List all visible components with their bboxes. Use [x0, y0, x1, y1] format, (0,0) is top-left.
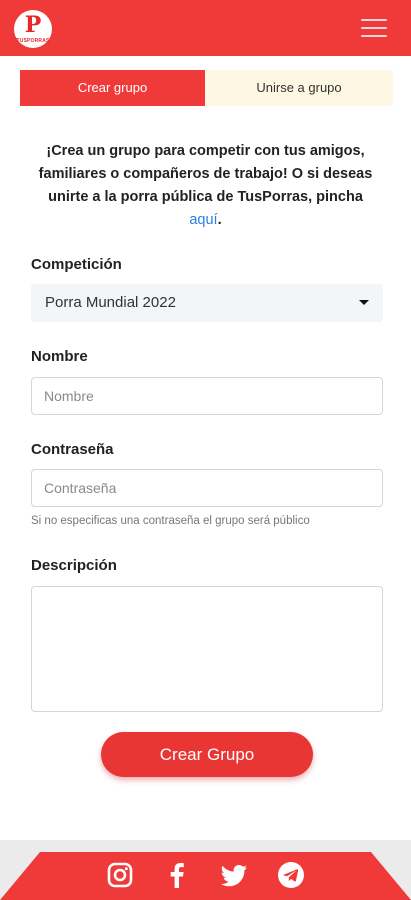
- password-help-text: Si no especificas una contraseña el grup…: [31, 515, 310, 527]
- competition-selected-value: Porra Mundial 2022: [45, 294, 176, 311]
- hamburger-menu-icon[interactable]: [361, 17, 387, 39]
- caret-down-icon: [359, 300, 369, 305]
- name-input[interactable]: [31, 377, 383, 415]
- main-card: Crear grupo Unirse a grupo ¡Crea un grup…: [0, 56, 411, 840]
- social-links: [0, 860, 411, 892]
- twitter-icon[interactable]: [219, 860, 249, 890]
- intro-body: ¡Crea un grupo para competir con tus ami…: [38, 143, 373, 205]
- logo-letter: P: [24, 12, 42, 38]
- tab-crear-grupo[interactable]: Crear grupo: [20, 70, 205, 106]
- crear-grupo-button[interactable]: Crear Grupo: [101, 732, 313, 777]
- tab-unirse-grupo[interactable]: Unirse a grupo: [205, 70, 393, 106]
- competition-select[interactable]: Porra Mundial 2022: [31, 284, 383, 322]
- facebook-icon[interactable]: [162, 860, 192, 890]
- tusporras-logo[interactable]: P TUSPORRAS: [14, 10, 52, 48]
- competition-label: Competición: [31, 256, 122, 273]
- intro-end: .: [217, 212, 222, 228]
- description-textarea[interactable]: [31, 586, 383, 712]
- name-label: Nombre: [31, 348, 88, 365]
- logo-brand-text: TUSPORRAS: [16, 38, 50, 44]
- aqui-link[interactable]: aquí: [189, 212, 217, 228]
- instagram-icon[interactable]: [105, 860, 135, 890]
- intro-text: ¡Crea un grupo para competir con tus ami…: [30, 140, 381, 232]
- telegram-icon[interactable]: [276, 860, 306, 890]
- password-input[interactable]: [31, 469, 383, 507]
- description-label: Descripción: [31, 557, 117, 574]
- group-tabs: Crear grupo Unirse a grupo: [20, 70, 393, 106]
- top-navbar: P TUSPORRAS: [0, 0, 411, 56]
- password-label: Contraseña: [31, 441, 114, 458]
